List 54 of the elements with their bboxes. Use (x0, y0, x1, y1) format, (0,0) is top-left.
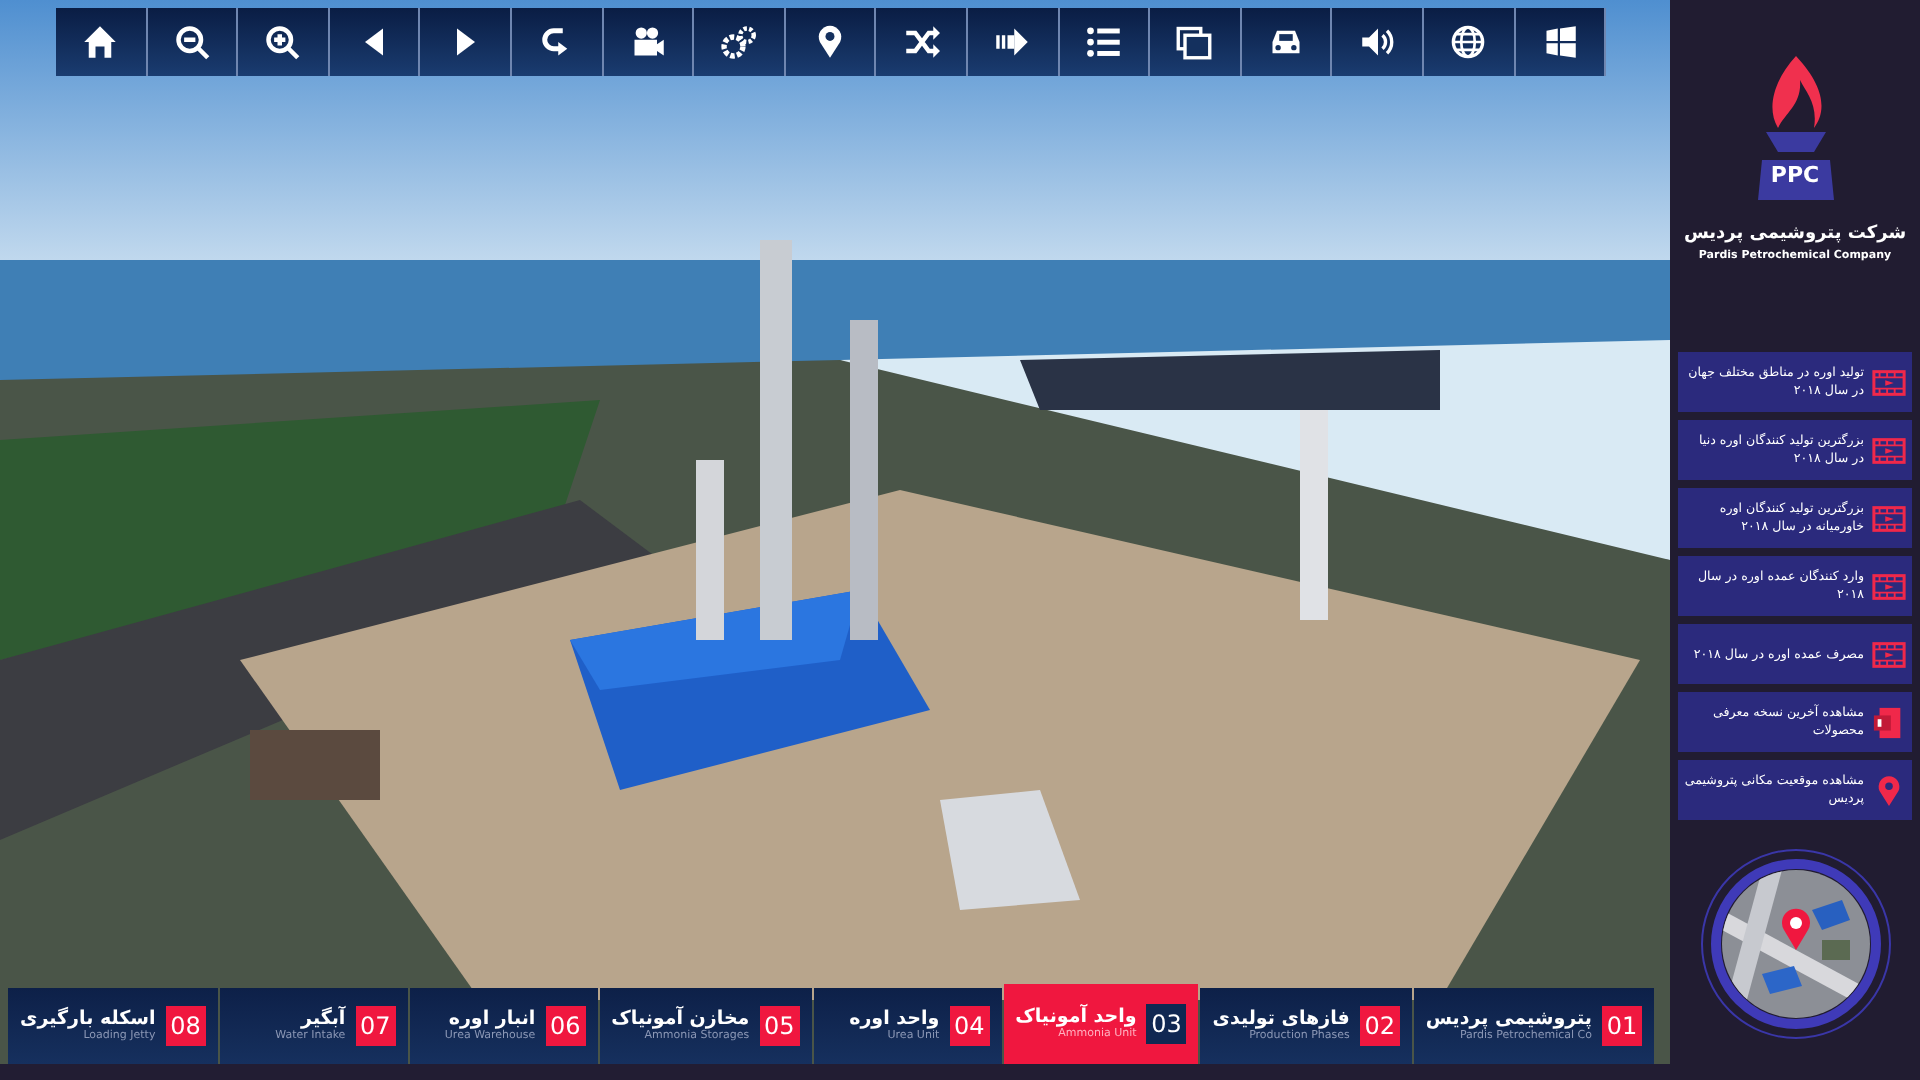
zoom-out-button[interactable] (147, 8, 239, 76)
list-button[interactable] (1059, 8, 1151, 76)
car-button[interactable] (1241, 8, 1333, 76)
home-button[interactable] (56, 8, 148, 76)
unit-title: واحد اوره (849, 1009, 940, 1030)
previous-button[interactable] (329, 8, 421, 76)
unit-title: آبگیر (301, 1009, 346, 1030)
forward-arrow-button[interactable] (967, 8, 1060, 76)
photos-icon (1176, 24, 1213, 60)
shuffle-icon (903, 24, 940, 60)
home-icon (82, 24, 119, 60)
unit-number: 05 (759, 1006, 800, 1046)
gears-icon (720, 24, 757, 60)
volume-icon (1359, 24, 1396, 60)
unit-title: فازهای تولیدی (1212, 1009, 1350, 1030)
unit-title: اسکله بارگیری (20, 1009, 156, 1030)
shuffle-button[interactable] (876, 8, 968, 76)
next-button[interactable] (420, 8, 512, 76)
list-icon (1085, 24, 1122, 60)
unit-number: 03 (1146, 1004, 1187, 1044)
video-camera-icon (629, 24, 666, 60)
unit-title: واحد آمونیاک (1015, 1007, 1137, 1028)
globe-icon (1450, 24, 1487, 60)
film-icon (1872, 433, 1906, 468)
unit-number: 08 (165, 1006, 206, 1046)
volume-button[interactable] (1332, 8, 1424, 76)
video-camera-button[interactable] (603, 8, 695, 76)
film-icon (1872, 501, 1906, 536)
return-arrow-button[interactable] (511, 8, 604, 76)
forward-arrow-icon (994, 24, 1031, 60)
film-icon (1872, 569, 1906, 604)
location-pin-button[interactable] (785, 8, 877, 76)
globe-button[interactable] (1423, 8, 1515, 76)
company-name: شرکت پتروشیمی پردیس (1683, 221, 1907, 247)
gears-button[interactable] (694, 8, 786, 76)
four-pane-icon (1541, 24, 1578, 60)
unit-number: 07 (355, 1006, 396, 1046)
document-icon (1872, 705, 1906, 740)
unit-number: 01 (1602, 1006, 1642, 1046)
location-pin-icon (1779, 908, 1811, 953)
film-icon (1872, 637, 1906, 672)
unit-number: 06 (545, 1006, 586, 1046)
photos-button[interactable] (1150, 8, 1242, 76)
zoom-in-icon (264, 24, 301, 60)
unit-title: پتروشیمی پردیس (1425, 1009, 1592, 1030)
unit-title: مخازن آمونیاک (611, 1009, 750, 1030)
zoom-out-icon (173, 24, 210, 60)
unit-number: 04 (949, 1006, 990, 1046)
film-icon (1872, 365, 1906, 400)
four-pane-button[interactable] (1515, 8, 1607, 76)
unit-title: انبار اوره (448, 1009, 536, 1030)
zoom-in-button[interactable] (238, 8, 330, 76)
logo-mark: PPC (1770, 160, 1820, 192)
unit-number: 02 (1359, 1006, 1400, 1046)
